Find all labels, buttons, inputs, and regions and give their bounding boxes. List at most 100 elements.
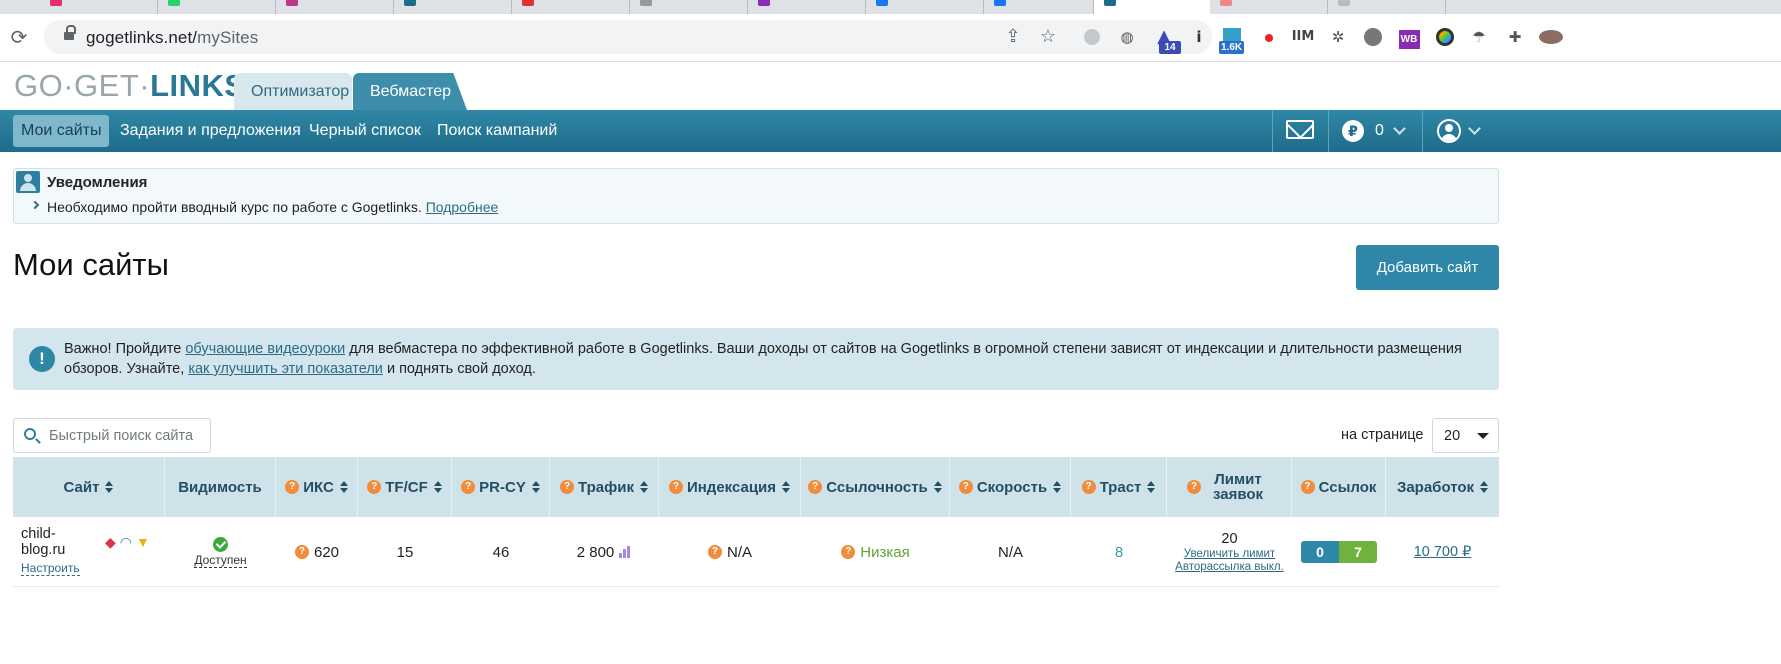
col-trust[interactable]: ? Траст	[1071, 457, 1167, 517]
col-label: Траст	[1099, 478, 1142, 496]
nav-tasks-offers[interactable]: Задания и предложения	[112, 115, 309, 147]
improve-metrics-link[interactable]: как улучшить эти показатели	[188, 361, 383, 377]
tab-optimizer[interactable]: Оптимизатор	[234, 73, 352, 110]
info-text-part: и поднять свой доход.	[382, 361, 536, 377]
color-circle-icon[interactable]	[1432, 24, 1458, 50]
add-site-button[interactable]: Добавить сайт	[1356, 245, 1499, 290]
star-icon[interactable]: ☆	[1037, 26, 1059, 48]
browser-tab[interactable]	[984, 0, 1094, 14]
video-lessons-link[interactable]: обучающие видеоуроки	[185, 341, 345, 357]
sort-icon	[782, 481, 791, 493]
graduation-cap-icon[interactable]: ▲ 14	[1151, 24, 1181, 54]
browser-tab[interactable]	[866, 0, 984, 14]
wb-label: WB	[1398, 30, 1420, 49]
lock-user-icon[interactable]	[1360, 24, 1386, 50]
col-prcy[interactable]: ? PR-CY	[452, 457, 550, 517]
mail-icon[interactable]	[1286, 120, 1314, 139]
browser-tab[interactable]	[630, 0, 748, 14]
limit-cell: 20 Увеличить лимит Авторассылка выкл.	[1167, 517, 1292, 587]
help-icon[interactable]: ?	[367, 480, 382, 494]
globe-icon[interactable]: ◍	[1114, 24, 1140, 50]
stats-icon[interactable]: 1.6K	[1219, 24, 1245, 54]
help-icon[interactable]: ?	[707, 545, 722, 559]
visibility-status[interactable]: Доступен	[194, 553, 247, 568]
tab-webmaster[interactable]: Вебмастер	[353, 73, 467, 110]
info-icon[interactable]: i	[1186, 24, 1212, 50]
nav-blacklist[interactable]: Черный список	[301, 115, 429, 147]
nav-my-sites[interactable]: Мои сайты	[13, 115, 110, 147]
browser-tab-active[interactable]	[1094, 0, 1210, 14]
col-links: ? Ссылок	[1292, 457, 1386, 517]
help-icon[interactable]: ?	[560, 480, 575, 494]
help-icon[interactable]: ?	[285, 480, 300, 494]
help-icon[interactable]: ?	[1081, 480, 1096, 494]
earnings-link[interactable]: 10 700 ₽	[1414, 544, 1472, 560]
browser-tab[interactable]	[512, 0, 630, 14]
browser-tab[interactable]	[1328, 0, 1446, 14]
links-count-green: 7	[1339, 541, 1377, 563]
reload-icon[interactable]: ⟳	[6, 24, 32, 50]
record-icon[interactable]	[1256, 24, 1282, 50]
balance-value: 0	[1375, 122, 1384, 139]
tfcf-cell: 15	[396, 543, 414, 561]
notification-text: Необходимо пройти вводный курс по работе…	[47, 199, 422, 215]
col-label: Ссылок	[1318, 478, 1377, 496]
browser-tab[interactable]	[394, 0, 512, 14]
logo-part2: LINKS	[150, 68, 246, 103]
bird-icon[interactable]: ☂	[1466, 24, 1492, 50]
col-earnings[interactable]: Заработок	[1386, 457, 1499, 517]
user-icon[interactable]	[1437, 119, 1461, 143]
sites-table-header: Сайт Видимость ? ИКС ? TF/CF ? PR-CY ? Трафи…	[13, 457, 1499, 517]
address-bar[interactable]: gogetlinks.net/mySites ⇪ ☆	[44, 20, 1212, 54]
browser-tab[interactable]	[748, 0, 866, 14]
page-title: Мои сайты	[13, 247, 169, 282]
profile-avatar-icon[interactable]	[1538, 24, 1564, 50]
share-icon[interactable]: ⇪	[1002, 26, 1024, 48]
links-count-blue: 0	[1301, 541, 1339, 563]
lock-icon[interactable]	[64, 25, 76, 42]
col-site[interactable]: Сайт	[13, 457, 165, 517]
help-icon[interactable]: ?	[294, 545, 309, 559]
search-input[interactable]	[49, 426, 204, 446]
notification-more-link[interactable]: Подробнее	[426, 199, 499, 215]
per-page-select[interactable]: 20	[1432, 418, 1499, 453]
browser-tab[interactable]	[1210, 0, 1328, 14]
tree-icon[interactable]: ✲	[1325, 24, 1351, 50]
autosend-link[interactable]: Авторассылка выкл.	[1175, 561, 1284, 574]
col-iks[interactable]: ? ИКС	[276, 457, 358, 517]
col-speed[interactable]: ? Скорость	[950, 457, 1071, 517]
puzzle-icon[interactable]: ✚	[1502, 24, 1528, 50]
browser-tab[interactable]	[276, 0, 394, 14]
help-icon[interactable]: ?	[1300, 480, 1315, 494]
url-path: mySites	[197, 28, 259, 47]
browser-tab[interactable]	[158, 0, 276, 14]
site-search[interactable]	[13, 418, 211, 453]
per-page-value: 20	[1444, 428, 1461, 444]
help-icon[interactable]: ?	[958, 480, 973, 494]
configure-link[interactable]: Настроить	[21, 562, 80, 576]
browser-toolbar: ⟳ gogetlinks.net/mySites ⇪ ☆ ◍ ▲ 14 i 1.6…	[0, 14, 1781, 62]
help-icon[interactable]: ?	[668, 480, 683, 494]
links-pill[interactable]: 07	[1301, 541, 1377, 563]
col-linkness[interactable]: ? Ссылочность	[801, 457, 950, 517]
col-indexing[interactable]: ? Индексация	[659, 457, 801, 517]
col-traffic[interactable]: ? Трафик	[550, 457, 659, 517]
wb-icon[interactable]: WB	[1396, 24, 1422, 50]
increase-limit-link[interactable]: Увеличить лимит	[1184, 548, 1275, 561]
traffic-value: 2 800	[576, 543, 615, 561]
help-icon[interactable]: ?	[841, 545, 856, 559]
nav-campaign-search[interactable]: Поиск кампаний	[429, 115, 565, 147]
help-icon[interactable]: ?	[461, 480, 476, 494]
gray-circle-icon[interactable]	[1079, 24, 1105, 50]
ruble-icon: ₽	[1342, 120, 1364, 142]
gogetlinks-logo[interactable]: GO·GET·LINKS	[14, 68, 246, 104]
help-icon[interactable]: ?	[1187, 480, 1201, 494]
ilm-icon[interactable]: IIM	[1290, 24, 1316, 50]
col-label: Видимость	[178, 478, 262, 496]
traffic-chart-icon[interactable]	[619, 546, 632, 558]
url-text[interactable]: gogetlinks.net/mySites	[86, 28, 258, 48]
help-icon[interactable]: ?	[808, 480, 823, 494]
col-tfcf[interactable]: ? TF/CF	[358, 457, 452, 517]
browser-tab[interactable]	[40, 0, 158, 14]
info-text-part: Важно! Пройдите	[64, 341, 186, 357]
